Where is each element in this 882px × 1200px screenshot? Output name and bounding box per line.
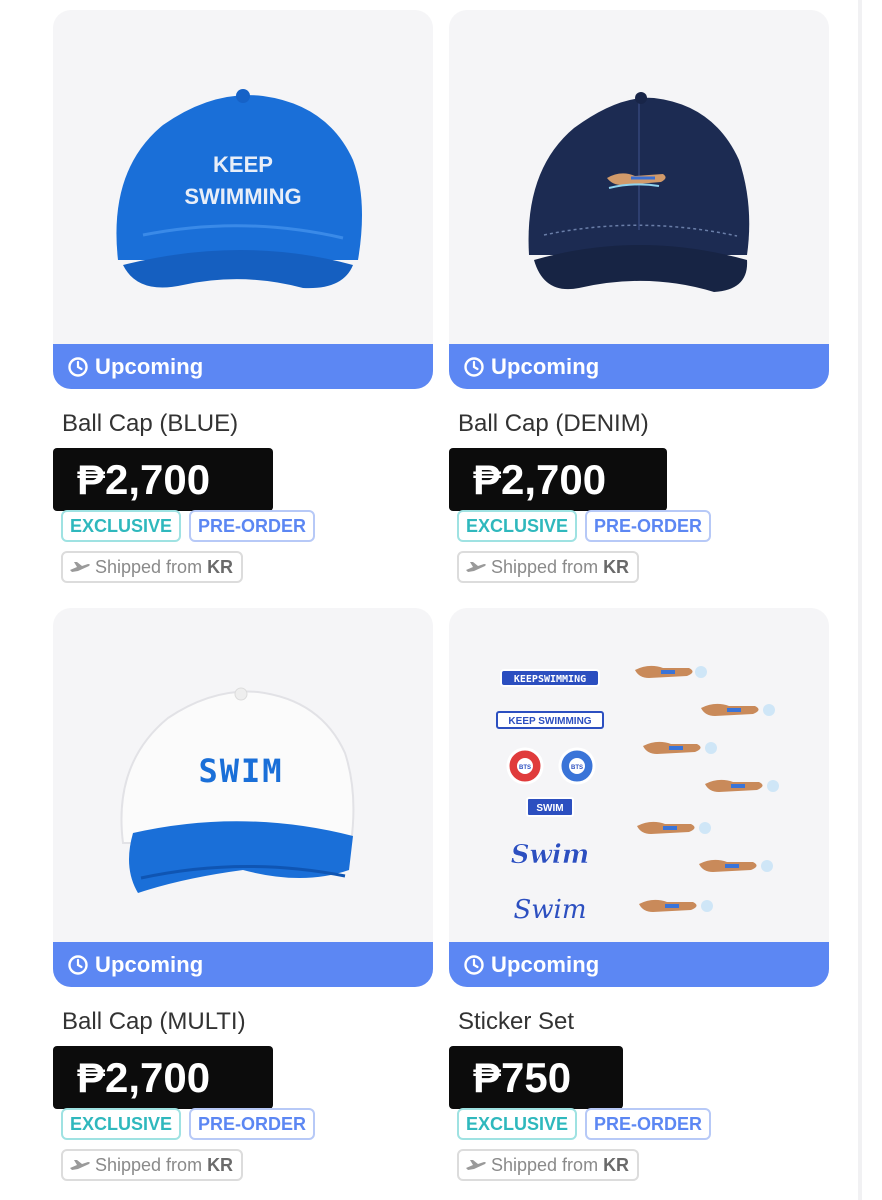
- preorder-badge: PRE-ORDER: [189, 1108, 316, 1140]
- cap-text: SWIMMING: [184, 184, 301, 209]
- clock-icon: [464, 954, 484, 975]
- shipping-origin: KR: [207, 556, 234, 577]
- product-price: ₱750: [449, 1046, 623, 1109]
- multi-cap-image: SWIM: [120, 687, 355, 893]
- product-title[interactable]: Ball Cap (MULTI): [62, 1008, 246, 1036]
- clock-icon: [68, 954, 88, 975]
- status-label: Upcoming: [95, 353, 204, 379]
- clock-icon: [464, 356, 484, 377]
- product-price: ₱2,700: [449, 448, 667, 511]
- preorder-badge: PRE-ORDER: [585, 510, 712, 542]
- tag-list: EXCLUSIVE PRE-ORDER: [61, 1108, 316, 1140]
- status-bar: Upcoming: [449, 942, 829, 987]
- status-bar: Upcoming: [449, 344, 829, 389]
- shipping-badge: Shipped from KR: [457, 1149, 640, 1181]
- sticker-text: Swim: [513, 895, 586, 925]
- cap-text: SWIM: [198, 752, 283, 790]
- shipping-label: Shipped from: [95, 1154, 203, 1175]
- sticker-text: KEEPSWIMMING: [514, 674, 586, 685]
- sticker-text: BTS: [519, 765, 531, 771]
- scrollbar[interactable]: [858, 0, 862, 1200]
- product-price: ₱2,700: [53, 1046, 273, 1109]
- airplane-icon: [70, 562, 90, 572]
- sticker-text: BTS: [571, 765, 583, 771]
- product-title[interactable]: Sticker Set: [458, 1008, 574, 1036]
- shipping-label: Shipped from: [491, 556, 599, 577]
- status-label: Upcoming: [491, 951, 600, 977]
- product-image[interactable]: Upcoming: [449, 10, 829, 389]
- status-bar: Upcoming: [53, 942, 433, 987]
- product-card[interactable]: KEEPSWIMMING KEEP SWIMMING BTS BTS SWIM …: [449, 608, 829, 1181]
- shipping-origin: KR: [603, 556, 630, 577]
- sticker-text: SWIM: [536, 803, 563, 814]
- preorder-badge: PRE-ORDER: [585, 1108, 712, 1140]
- cap-text: KEEP: [213, 152, 273, 177]
- tag-list: EXCLUSIVE PRE-ORDER: [61, 510, 316, 542]
- exclusive-badge: EXCLUSIVE: [457, 1108, 578, 1140]
- airplane-icon: [70, 1160, 90, 1170]
- airplane-icon: [466, 562, 486, 572]
- tag-list: EXCLUSIVE PRE-ORDER: [457, 1108, 712, 1140]
- shipping-badge: Shipped from KR: [457, 551, 640, 583]
- product-image[interactable]: SWIM Upcoming: [53, 608, 433, 987]
- preorder-badge: PRE-ORDER: [189, 510, 316, 542]
- product-card[interactable]: KEEP SWIMMING Upcoming Ball Cap (BLUE) ₱…: [53, 10, 433, 583]
- shipping-origin: KR: [603, 1154, 630, 1175]
- blue-cap-image: KEEP SWIMMING: [116, 89, 362, 289]
- tag-list: EXCLUSIVE PRE-ORDER: [457, 510, 712, 542]
- status-label: Upcoming: [95, 951, 204, 977]
- product-price: ₱2,700: [53, 448, 273, 511]
- status-bar: Upcoming: [53, 344, 433, 389]
- shipping-label: Shipped from: [491, 1154, 599, 1175]
- shipping-badge: Shipped from KR: [61, 551, 244, 583]
- clock-icon: [68, 356, 88, 377]
- airplane-icon: [466, 1160, 486, 1170]
- sticker-text: KEEP SWIMMING: [508, 716, 591, 727]
- shipping-origin: KR: [207, 1154, 234, 1175]
- sticker-text: Swim: [511, 840, 590, 870]
- shipping-label: Shipped from: [95, 556, 203, 577]
- product-image[interactable]: KEEP SWIMMING Upcoming: [53, 10, 433, 389]
- product-image[interactable]: KEEPSWIMMING KEEP SWIMMING BTS BTS SWIM …: [449, 608, 829, 987]
- exclusive-badge: EXCLUSIVE: [61, 510, 182, 542]
- product-card[interactable]: Upcoming Ball Cap (DENIM) ₱2,700 EXCLUSI…: [449, 10, 829, 583]
- shipping-badge: Shipped from KR: [61, 1149, 244, 1181]
- product-title[interactable]: Ball Cap (DENIM): [458, 410, 649, 438]
- sticker-set-image: KEEPSWIMMING KEEP SWIMMING BTS BTS SWIM …: [496, 665, 779, 925]
- product-card[interactable]: SWIM Upcoming Ball Cap (MULTI) ₱2,700 EX…: [53, 608, 433, 1181]
- product-title[interactable]: Ball Cap (BLUE): [62, 410, 238, 438]
- exclusive-badge: EXCLUSIVE: [61, 1108, 182, 1140]
- exclusive-badge: EXCLUSIVE: [457, 510, 578, 542]
- status-label: Upcoming: [491, 353, 600, 379]
- denim-cap-image: [528, 92, 750, 292]
